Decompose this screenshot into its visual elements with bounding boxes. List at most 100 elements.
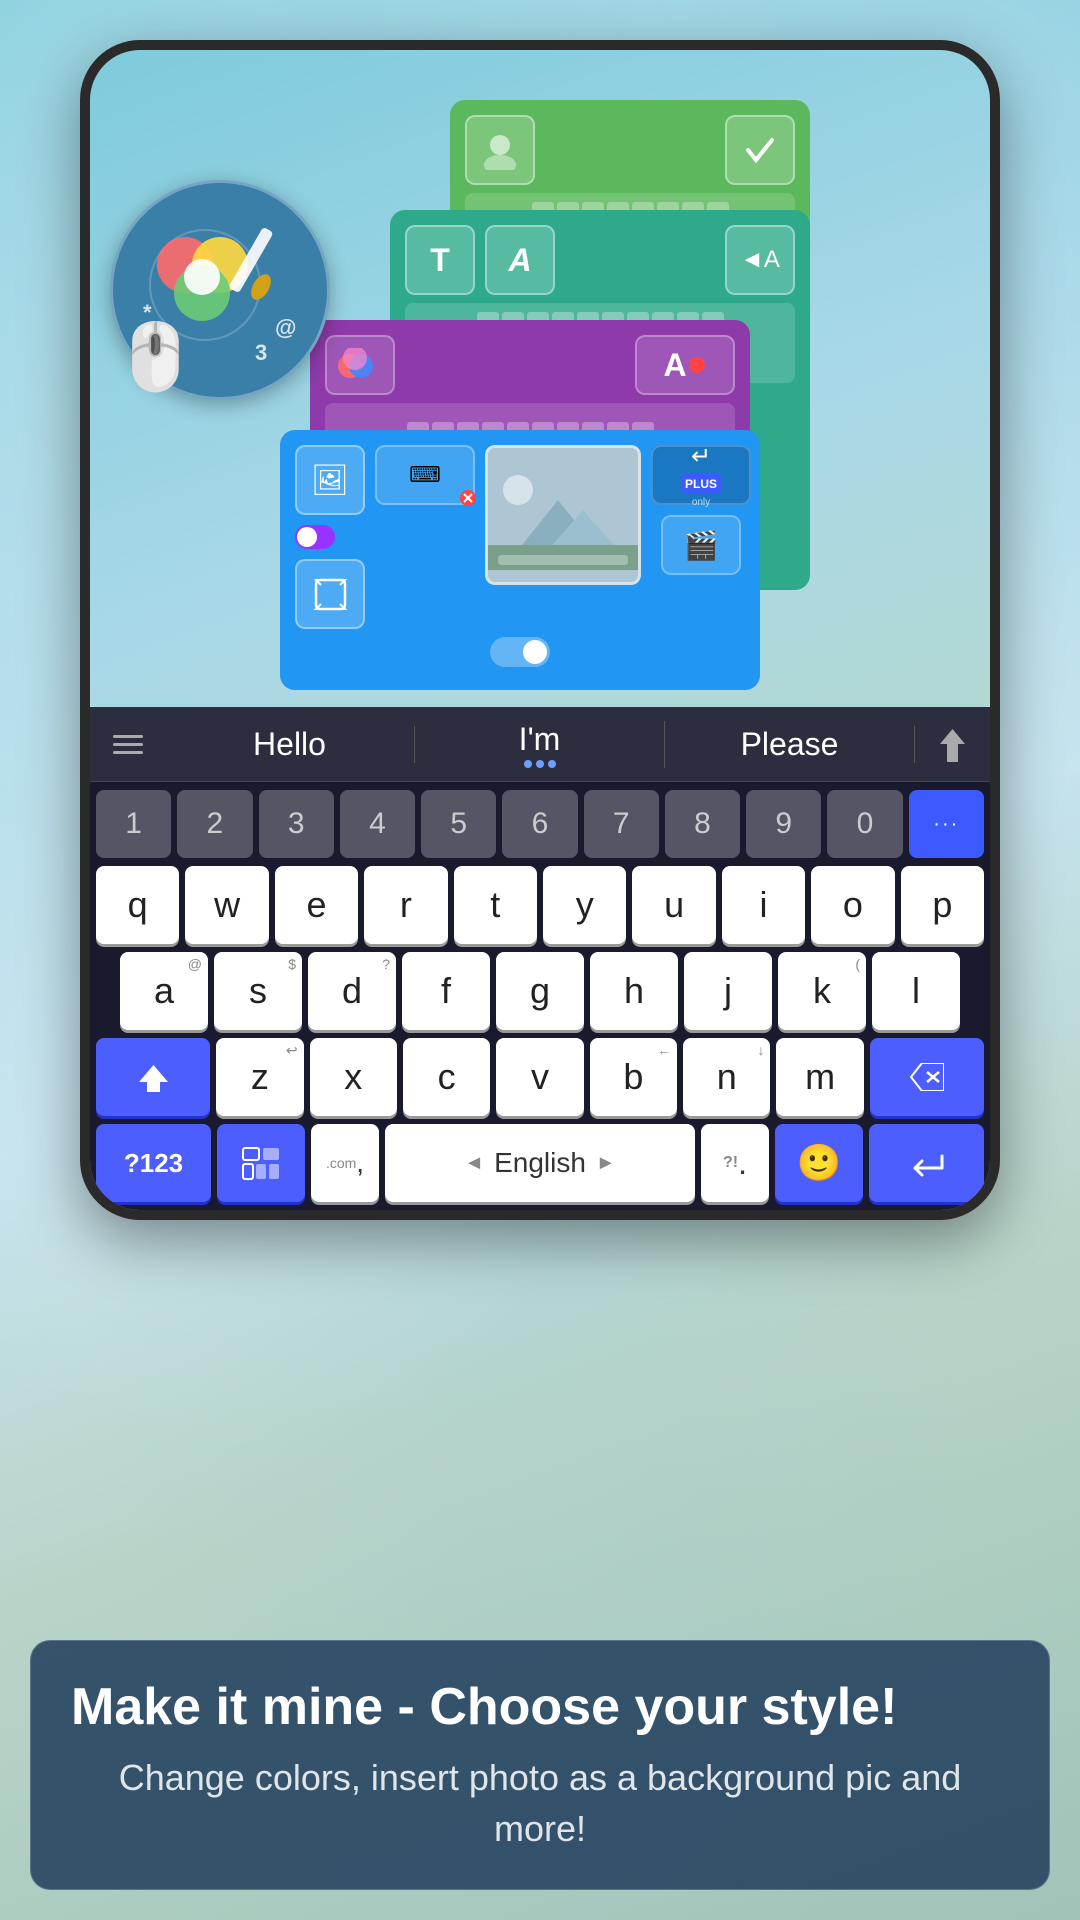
- keyboard-section: Hello I'm Please 1: [90, 707, 990, 1210]
- suggestion-word-please[interactable]: Please: [665, 726, 915, 763]
- suggestion-word-hello[interactable]: Hello: [165, 726, 415, 763]
- key-s[interactable]: $s: [214, 952, 302, 1030]
- key-f[interactable]: f: [402, 952, 490, 1030]
- enter-icon: [907, 1146, 947, 1181]
- num123-key[interactable]: ?123: [96, 1124, 211, 1202]
- num-key-dots[interactable]: ···: [909, 790, 984, 858]
- key-a[interactable]: @a: [120, 952, 208, 1030]
- period-secondary: ?!: [723, 1154, 738, 1172]
- hamburger-line-3: [113, 751, 143, 754]
- emoji-label: 🙂: [797, 1142, 842, 1184]
- num-key-4[interactable]: 4: [340, 790, 415, 858]
- num-key-8[interactable]: 8: [665, 790, 740, 858]
- key-y[interactable]: y: [543, 866, 626, 944]
- num-key-9[interactable]: 9: [746, 790, 821, 858]
- key-m[interactable]: m: [776, 1038, 863, 1116]
- card-purple-a-color-icon: A: [635, 335, 735, 395]
- dotcom-label: .com: [326, 1155, 356, 1171]
- layout-key[interactable]: [217, 1124, 305, 1202]
- dot-2: [536, 760, 544, 768]
- key-w[interactable]: w: [185, 866, 268, 944]
- card-blue[interactable]: 🖼 ⌨: [280, 430, 760, 690]
- key-h[interactable]: h: [590, 952, 678, 1030]
- key-p[interactable]: p: [901, 866, 984, 944]
- num-key-5[interactable]: 5: [421, 790, 496, 858]
- key-row-2: @a $s ?d f g h j (k l: [90, 948, 990, 1034]
- key-z[interactable]: ↩z: [216, 1038, 303, 1116]
- blue-toggle-pill: [490, 637, 550, 667]
- card-blue-expand-icon: [295, 559, 365, 629]
- key-r[interactable]: r: [364, 866, 447, 944]
- key-g[interactable]: g: [496, 952, 584, 1030]
- num-key-7[interactable]: 7: [584, 790, 659, 858]
- key-j[interactable]: j: [684, 952, 772, 1030]
- card-green-avatar-icon: [465, 115, 535, 185]
- num-key-0[interactable]: 0: [827, 790, 902, 858]
- key-n[interactable]: ↓n: [683, 1038, 770, 1116]
- dot-1: [524, 760, 532, 768]
- card-blue-image-preview: [485, 445, 641, 585]
- num-key-2[interactable]: 2: [177, 790, 252, 858]
- key-q[interactable]: q: [96, 866, 179, 944]
- suggestion-dots: [524, 760, 556, 768]
- app-icon-inner: 9 * 3 @ 🖱️: [130, 200, 310, 380]
- card-blue-bottom-toggle: [295, 637, 745, 667]
- number-row: 1 2 3 4 5 6 7 8 9 0 ···: [90, 782, 990, 862]
- space-key[interactable]: ◄ English ►: [385, 1124, 695, 1202]
- key-v[interactable]: v: [496, 1038, 583, 1116]
- card-teal-text-t-icon: T: [405, 225, 475, 295]
- key-d[interactable]: ?d: [308, 952, 396, 1030]
- svg-text:@: @: [275, 315, 296, 340]
- period-label: .: [738, 1145, 747, 1182]
- bottom-row: ?123 .com , ◄ Engli: [90, 1120, 990, 1210]
- card-blue-keyboard-color-icon: ⌨: [375, 445, 475, 505]
- key-c[interactable]: c: [403, 1038, 490, 1116]
- enter-key[interactable]: [869, 1124, 984, 1202]
- key-row-3: ↩z x c v ←b ↓n m: [90, 1034, 990, 1120]
- key-row-1: q w e r t y u i o p: [90, 862, 990, 948]
- menu-button[interactable]: [90, 735, 165, 754]
- key-x[interactable]: x: [310, 1038, 397, 1116]
- comma-key[interactable]: .com ,: [311, 1124, 379, 1202]
- num-key-6[interactable]: 6: [502, 790, 577, 858]
- card-blue-enter-icon: ↵ PLUS only: [651, 445, 751, 505]
- suggestion-bar: Hello I'm Please: [90, 707, 990, 782]
- key-t[interactable]: t: [454, 866, 537, 944]
- lang-right-arrow: ►: [596, 1152, 616, 1175]
- hamburger-line-1: [113, 735, 143, 738]
- card-purple-top: A: [325, 335, 735, 395]
- suggestion-word-im[interactable]: I'm: [415, 721, 665, 768]
- shift-key[interactable]: [96, 1038, 210, 1116]
- banner-subtitle: Change colors, insert photo as a backgro…: [71, 1753, 1009, 1854]
- key-i[interactable]: i: [722, 866, 805, 944]
- card-green-check-icon: [725, 115, 795, 185]
- shift-icon: [136, 1060, 171, 1095]
- card-blue-image-icon: 🖼: [295, 445, 365, 515]
- key-e[interactable]: e: [275, 866, 358, 944]
- layout-icon: [241, 1146, 281, 1181]
- card-teal-top: T A ◄A: [405, 225, 795, 295]
- key-k[interactable]: (k: [778, 952, 866, 1030]
- num-key-3[interactable]: 3: [259, 790, 334, 858]
- emoji-key[interactable]: 🙂: [775, 1124, 863, 1202]
- app-icon[interactable]: 9 * 3 @ 🖱️: [110, 180, 330, 400]
- hamburger-icon: [113, 735, 143, 754]
- phone-screen: 9 * 3 @ 🖱️: [90, 50, 990, 1210]
- upload-button[interactable]: [915, 724, 990, 764]
- card-blue-video-icon: 🎬: [661, 515, 741, 575]
- card-green-top-row: [465, 115, 795, 185]
- upload-icon: [935, 724, 970, 764]
- key-o[interactable]: o: [811, 866, 894, 944]
- key-b[interactable]: ←b: [590, 1038, 677, 1116]
- card-teal-cursor-icon: ◄A: [725, 225, 795, 295]
- key-l[interactable]: l: [872, 952, 960, 1030]
- num-key-1[interactable]: 1: [96, 790, 171, 858]
- card-blue-toggle: [295, 525, 335, 549]
- card-purple-color-icon: [325, 335, 395, 395]
- hand-icon: 🖱️: [115, 319, 196, 395]
- banner-title: Make it mine - Choose your style!: [71, 1676, 1009, 1738]
- key-u[interactable]: u: [632, 866, 715, 944]
- period-key[interactable]: ?! .: [701, 1124, 769, 1202]
- delete-key[interactable]: [870, 1038, 984, 1116]
- delete-icon: [909, 1063, 944, 1091]
